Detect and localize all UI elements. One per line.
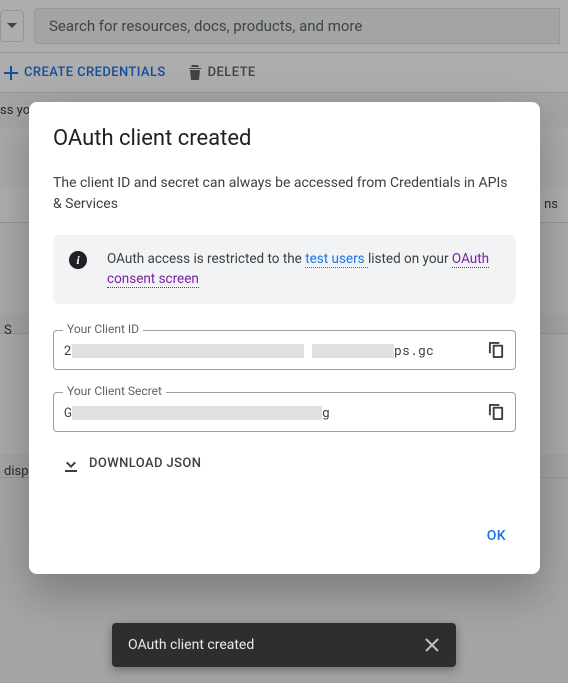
oauth-created-dialog: OAuth client created The client ID and s…	[29, 102, 540, 574]
client-id-field[interactable]: 2 ps.gc	[53, 330, 516, 370]
copy-client-secret-button[interactable]	[485, 401, 507, 423]
ok-button[interactable]: OK	[477, 522, 516, 550]
client-secret-field[interactable]: Gg	[53, 392, 516, 432]
info-banner: i OAuth access is restricted to the test…	[53, 235, 516, 304]
download-json-button[interactable]: DOWNLOAD JSON	[63, 456, 516, 472]
close-icon	[424, 637, 440, 653]
client-id-label: Your Client ID	[63, 322, 143, 336]
download-icon	[63, 456, 79, 472]
info-text: listed on your	[368, 251, 452, 267]
info-icon: i	[69, 251, 87, 269]
toast-message: OAuth client created	[128, 637, 254, 653]
test-users-link[interactable]: test users	[305, 251, 368, 268]
redacted-text	[72, 344, 304, 358]
copy-client-id-button[interactable]	[485, 339, 507, 361]
dialog-lead: The client ID and secret can always be a…	[53, 173, 516, 215]
redacted-text	[72, 406, 322, 420]
redacted-text	[312, 344, 394, 358]
toast-close-button[interactable]	[424, 637, 440, 653]
info-text: OAuth access is restricted to the	[107, 251, 305, 267]
copy-icon	[488, 403, 505, 420]
info-message: OAuth access is restricted to the test u…	[107, 249, 500, 290]
client-secret-label: Your Client Secret	[63, 384, 166, 398]
download-json-label: DOWNLOAD JSON	[89, 456, 201, 471]
client-id-value: 2 ps.gc	[64, 341, 477, 359]
dialog-title: OAuth client created	[53, 126, 516, 151]
copy-icon	[488, 341, 505, 358]
client-secret-value: Gg	[64, 403, 477, 421]
toast-snackbar: OAuth client created	[112, 623, 456, 667]
